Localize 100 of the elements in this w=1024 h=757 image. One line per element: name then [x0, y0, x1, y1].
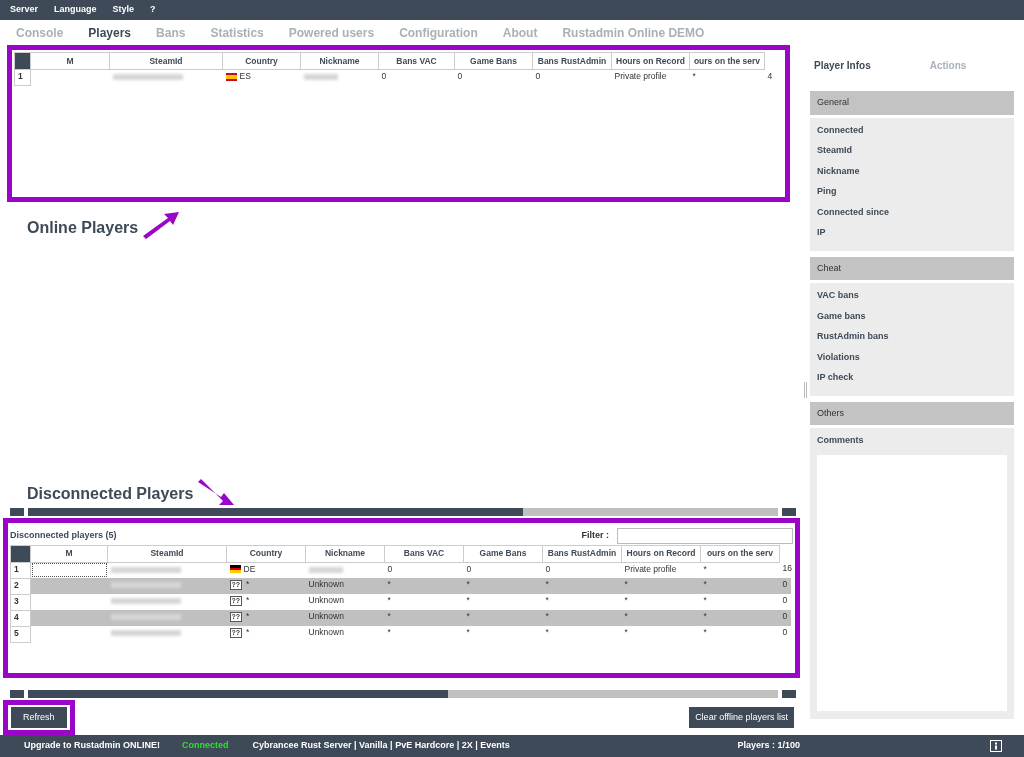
field-label: Nickname	[817, 164, 861, 178]
blurred-nickname	[303, 74, 338, 80]
table-cell: *	[387, 579, 391, 589]
table-cell: *	[703, 563, 707, 574]
filter-label: Filter :	[581, 528, 609, 542]
column-header[interactable]: Hours on Record	[611, 52, 690, 70]
table-cell: Unknown	[308, 611, 344, 621]
column-header[interactable]: M	[30, 52, 110, 70]
table-cell: *	[624, 579, 628, 589]
column-header[interactable]: SteamId	[109, 52, 223, 70]
blurred-steamid	[110, 630, 181, 636]
field-label: Comments	[817, 434, 865, 447]
field-label: SteamId	[817, 144, 853, 157]
column-header[interactable]: Bans VAC	[384, 545, 464, 562]
table-cell: *	[703, 595, 707, 605]
table-cell: 4	[767, 70, 773, 81]
spain-flag-icon	[225, 72, 237, 81]
splitter-handle[interactable]	[804, 382, 807, 398]
table-cell: DE	[243, 563, 256, 574]
column-header[interactable]: Nickname	[305, 545, 385, 562]
table-cell: *	[545, 627, 549, 637]
table-cell: 0	[381, 71, 387, 81]
table-cell: 0	[782, 627, 788, 637]
column-header[interactable]: Bans RustAdmin	[532, 52, 612, 70]
table-cell: 0	[457, 71, 463, 81]
field-label: Game bans	[817, 309, 867, 323]
field-label: Connected	[817, 123, 865, 137]
table-cell: Private profile	[624, 563, 677, 574]
table-cell: *	[466, 627, 470, 637]
arrow-icon	[142, 212, 181, 240]
grid-corner	[10, 545, 31, 562]
upgrade-link[interactable]: Upgrade to Rustadmin ONLINE!	[24, 739, 160, 753]
focused-cell[interactable]	[30, 562, 108, 578]
table-cell: *	[466, 579, 470, 589]
column-header[interactable]: Bans VAC	[378, 52, 455, 70]
table-cell: 0	[535, 71, 541, 81]
field-label: RustAdmin bans	[817, 330, 890, 343]
arrow-icon	[197, 477, 236, 506]
column-header[interactable]: SteamId	[107, 545, 227, 562]
table-cell: *	[703, 579, 707, 589]
column-header[interactable]: ours on the serv	[700, 545, 780, 562]
scrollbar[interactable]	[10, 507, 796, 516]
column-header[interactable]: M	[30, 545, 108, 562]
annotation-label: Disconnected Players	[27, 483, 194, 504]
table-cell: ES	[239, 71, 251, 81]
column-header[interactable]: Hours on Record	[621, 545, 701, 562]
grid-corner	[14, 52, 31, 70]
table-cell: *	[692, 71, 696, 81]
filter-field[interactable]	[617, 527, 793, 544]
field-label: VAC bans	[817, 289, 860, 302]
menu-item[interactable]: Style	[112, 3, 135, 17]
player-count: Players : 1/100	[737, 739, 800, 753]
column-header[interactable]: Country	[226, 545, 306, 562]
table-cell: *	[624, 595, 628, 605]
table-cell: *	[703, 627, 707, 637]
field-label: Ping	[817, 185, 838, 198]
scrollbar[interactable]	[10, 689, 796, 698]
table-cell: *	[703, 611, 707, 621]
column-header[interactable]: Game Bans	[463, 545, 543, 562]
table-cell: *	[624, 627, 628, 637]
field-label: Violations	[817, 350, 861, 364]
table-cell: 0	[545, 563, 551, 574]
blurred-nickname	[308, 566, 343, 573]
section-header: General	[810, 91, 1014, 115]
column-header[interactable]: Nickname	[300, 52, 379, 70]
column-header[interactable]: Country	[222, 52, 301, 70]
table-cell: *	[466, 595, 470, 605]
table-cell: *	[246, 579, 250, 589]
table-cell: *	[246, 611, 250, 621]
column-header[interactable]: Game Bans	[454, 52, 533, 70]
tab[interactable]: Player Infos	[814, 57, 882, 73]
menu-item[interactable]: ?	[150, 3, 156, 17]
germany-flag-icon	[229, 565, 241, 574]
table-cell: 16	[782, 563, 792, 573]
field-label: IP check	[817, 371, 855, 384]
field-label: IP	[817, 226, 827, 239]
column-header[interactable]: Bans RustAdmin	[542, 545, 622, 562]
annotation-label: Online Players	[27, 218, 139, 238]
blurred-steamid	[110, 598, 181, 604]
table-cell: 0	[782, 579, 788, 589]
table-cell: *	[246, 595, 250, 605]
refresh-button[interactable]: Refresh	[11, 706, 67, 728]
table-cell: Unknown	[308, 627, 344, 637]
table-cell: *	[246, 627, 250, 637]
connection-status: Connected	[182, 739, 229, 753]
info-icon[interactable]	[990, 740, 1002, 752]
field-label: Connected since	[817, 205, 891, 219]
table-cell: *	[624, 611, 628, 621]
table-cell: *	[387, 595, 391, 605]
table-cell: *	[545, 611, 549, 621]
menu-item[interactable]: Language	[54, 3, 97, 17]
menu-item[interactable]: Server	[10, 3, 39, 17]
tab[interactable]: Players	[88, 23, 143, 42]
column-header[interactable]: ours on the serv	[689, 52, 765, 70]
panel-title: Disconnected players (5)	[10, 528, 117, 542]
section-header: Others	[810, 401, 1014, 425]
table-cell: *	[545, 595, 549, 605]
clear-list-button[interactable]: Clear offline players list	[689, 706, 794, 728]
table-cell: 0	[782, 595, 788, 605]
table-cell: *	[466, 611, 470, 621]
